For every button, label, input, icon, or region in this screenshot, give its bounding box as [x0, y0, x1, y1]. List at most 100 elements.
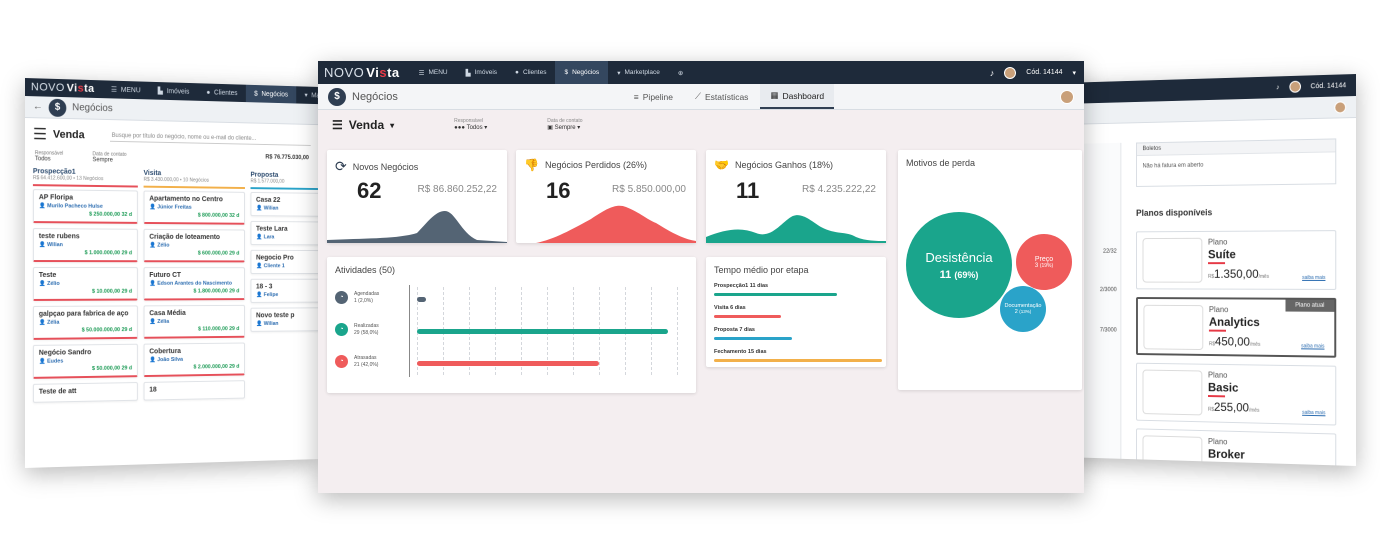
- deal-title: 18: [149, 385, 239, 393]
- deal-client: 👤 Zélio: [149, 243, 239, 249]
- deal-value: $ 800.000,00 32 d: [149, 212, 239, 219]
- deal-card[interactable]: 18: [144, 380, 245, 400]
- deal-title: AP Floripa: [39, 194, 132, 202]
- profile-avatar[interactable]: [1334, 101, 1346, 113]
- column-color-line: [33, 184, 138, 187]
- funnel-selector[interactable]: ☰ Venda ▾: [332, 118, 394, 132]
- activity-stat: 29 (58,0%): [354, 330, 379, 337]
- deal-card[interactable]: 18 - 3 👤 Felipe: [250, 279, 317, 303]
- main-logo[interactable]: NOVO Vista: [324, 65, 400, 80]
- bell-icon[interactable]: ♪: [990, 68, 995, 78]
- saiba-mais-link[interactable]: saiba mais: [1302, 275, 1325, 281]
- nav-marketplace[interactable]: ▾ Marketplace: [296, 86, 318, 105]
- saiba-mais-link[interactable]: saiba mais: [1301, 343, 1324, 349]
- tempo-bar[interactable]: [714, 293, 837, 296]
- bubble-preco[interactable]: Preço 3 (19%): [1016, 234, 1072, 290]
- nav-negocios[interactable]: $ Negócios: [246, 85, 296, 104]
- saiba-mais-link[interactable]: saiba mais: [1302, 410, 1325, 416]
- nav-imoveis[interactable]: ▙ Imóveis: [457, 61, 506, 84]
- dashboard-window: NOVO Vista ☰ MENU ▙ Imóveis ● Clientes $ Neg…: [318, 61, 1084, 493]
- kpi-negocios-perdidos[interactable]: 👎 Negócios Perdidos (26%) 16 R$ 5.850.000…: [516, 150, 696, 243]
- tempo-bar[interactable]: [714, 315, 781, 318]
- data-filter[interactable]: Data de contato Sempre: [93, 151, 127, 163]
- pipeline-column: Prospecção1 R$ 64.412.600,00 • 13 Negócio…: [33, 168, 138, 408]
- plan-card[interactable]: Plano Basic R$255,00/mês saiba mais: [1136, 363, 1336, 426]
- deal-card[interactable]: Casa 22 👤 Wilian: [250, 192, 317, 217]
- deal-card[interactable]: teste rubens 👤 Wilian $ 1.000.000,00 29 d: [33, 228, 138, 262]
- deal-client: 👤 Murilo Pacheco Hulse: [39, 203, 132, 210]
- user-avatar[interactable]: [1004, 67, 1016, 79]
- tempo-bar[interactable]: [714, 359, 882, 362]
- deal-card[interactable]: AP Floripa 👤 Murilo Pacheco Hulse $ 250.00…: [33, 189, 138, 224]
- logo[interactable]: NOVO Vista: [31, 81, 95, 95]
- deal-card[interactable]: Criação de loteamento 👤 Zélio $ 600.000,00…: [144, 229, 245, 263]
- deal-client: 👤 Edson Arantes do Nascimento: [149, 281, 239, 287]
- deal-card[interactable]: Futuro CT 👤 Edson Arantes do Nascimento $ …: [144, 267, 245, 300]
- activity-row[interactable]: ◔ Atrasadas 21 (42,0%): [335, 355, 378, 368]
- pipeline-search-input[interactable]: Busque por título do negócio, nome ou e-…: [110, 130, 311, 145]
- deal-card[interactable]: Teste de att: [33, 382, 138, 403]
- tempo-bar[interactable]: [714, 337, 792, 340]
- user-avatar[interactable]: [1289, 81, 1301, 93]
- user-code[interactable]: Cód. 14144: [1026, 69, 1062, 76]
- kpi-negocios-ganhos[interactable]: 🤝 Negócios Ganhos (18%) 11 R$ 4.235.222,2…: [706, 150, 886, 243]
- deal-card[interactable]: Teste Lara 👤 Lara: [250, 221, 317, 246]
- activity-row[interactable]: ◔ Realizadas 29 (58,0%): [335, 323, 379, 336]
- kpi-novos-negocios[interactable]: ⟳ Novos Negócios 62 R$ 86.860.252,22: [327, 150, 507, 243]
- nav-imoveis[interactable]: ▙ Imóveis: [149, 82, 198, 101]
- plan-unit: /mês: [1249, 408, 1259, 414]
- users-icon: ●: [515, 69, 519, 76]
- deal-card[interactable]: Negócio Sandro 👤 Eudes $ 50.000,00 29 d: [33, 344, 138, 379]
- nav-menu[interactable]: ☰ MENU: [102, 80, 149, 99]
- nav-clientes[interactable]: ● Clientes: [198, 83, 246, 102]
- dollar-icon: $: [564, 69, 568, 76]
- deal-card[interactable]: Cobertura 👤 João Silva $ 2.000.000,00 29 d: [144, 343, 245, 378]
- nav-marketplace[interactable]: ▾ Marketplace: [608, 61, 669, 84]
- profile-avatar[interactable]: [1060, 90, 1074, 104]
- deal-card[interactable]: Novo teste p 👤 Wilian: [250, 307, 317, 332]
- activity-bar[interactable]: [417, 297, 426, 302]
- deal-title: Teste de att: [39, 387, 132, 396]
- plan-card[interactable]: Plano Suíte R$1.350,00/mês saiba mais: [1136, 230, 1336, 290]
- chevron-down-icon[interactable]: ▾: [1072, 69, 1076, 77]
- deal-card[interactable]: galpçao para fabrica de aço 👤 Zélia $ 50.0…: [33, 305, 138, 339]
- activity-bar[interactable]: [417, 361, 599, 366]
- deal-card[interactable]: Negocio Pro 👤 Cliente 1: [250, 250, 317, 274]
- users-icon: ●: [206, 89, 210, 96]
- tab-estatisticas[interactable]: ⟋ Estatísticas: [685, 84, 758, 109]
- responsavel-filter[interactable]: Responsável Todos: [35, 150, 63, 162]
- filter-lines-icon[interactable]: ☰: [33, 124, 47, 144]
- funnel-selector[interactable]: Venda: [53, 129, 85, 142]
- plan-unit: /mês: [1250, 342, 1260, 348]
- activity-row[interactable]: ◔ Agendadas 1 (2,0%): [335, 291, 379, 304]
- plan-label: Plano: [1208, 238, 1227, 247]
- deal-card[interactable]: Apartamento no Centro 👤 Júnior Freitas $ 8…: [144, 191, 245, 225]
- activity-bar[interactable]: [417, 329, 668, 334]
- plan-illustration-icon: [1143, 305, 1203, 350]
- nav-negocios[interactable]: $ Negócios: [555, 61, 608, 84]
- deal-value: $ 10.000,00 29 d: [39, 289, 132, 295]
- boletos-panel: Boletos Não há fatura em aberto: [1136, 138, 1336, 187]
- plan-card[interactable]: Plano Analytics R$450,00/mês saiba mais Plan…: [1136, 297, 1336, 358]
- tab-dashboard[interactable]: ▦ Dashboard: [760, 84, 834, 109]
- main-section-bar: $ Negócios ≡ Pipeline ⟋ Estatísticas ▦ Dash…: [318, 84, 1084, 110]
- tab-pipeline[interactable]: ≡ Pipeline: [624, 84, 683, 109]
- back-arrow-icon[interactable]: ←: [33, 101, 43, 112]
- plan-card[interactable]: Plano Broker: [1136, 428, 1336, 466]
- nav-menu[interactable]: ☰ MENU: [410, 61, 457, 84]
- deal-card[interactable]: Casa Média 👤 Zélia $ 110.000,00 29 d: [144, 305, 245, 339]
- bubble-documentacao[interactable]: Documentação 2 (13%): [1000, 286, 1046, 332]
- nav-add[interactable]: ⊕: [669, 61, 692, 84]
- deal-card[interactable]: Teste 👤 Zélio $ 10.000,00 29 d: [33, 267, 138, 301]
- user-code[interactable]: Cód. 14144: [1311, 82, 1347, 90]
- section-title: Negócios: [352, 91, 398, 103]
- column-color-line: [250, 187, 317, 190]
- responsavel-filter[interactable]: Responsável ●●● Todos ▾: [454, 118, 487, 132]
- bubble-desistencia[interactable]: Desistência 11 (69%): [906, 212, 1012, 318]
- tempo-label: Proposta 7 dias: [714, 327, 755, 333]
- deal-client: 👤 Wilian: [256, 206, 318, 213]
- bell-icon[interactable]: ♪: [1276, 84, 1279, 91]
- data-contato-filter[interactable]: Data de contato ▣ Sempre ▾: [547, 118, 582, 132]
- usage-value: 22/32: [1103, 249, 1117, 255]
- nav-clientes[interactable]: ● Clientes: [506, 61, 555, 84]
